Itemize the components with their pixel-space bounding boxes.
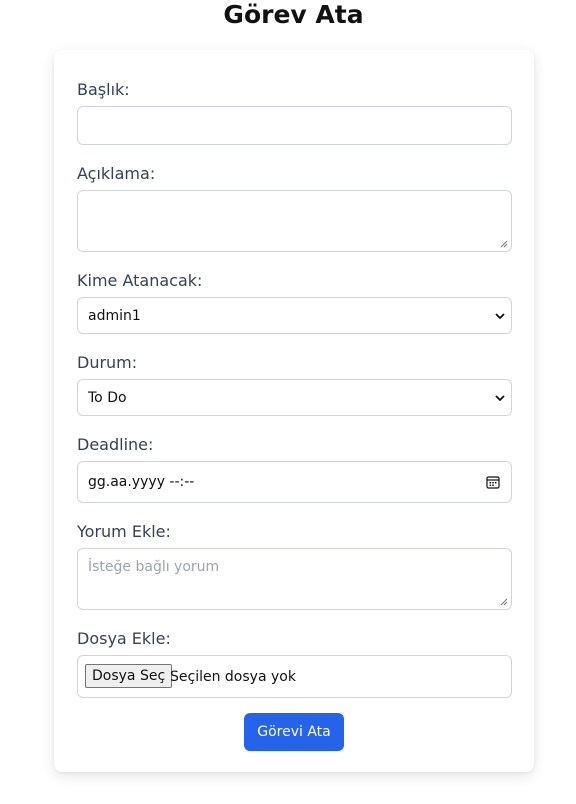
status-select[interactable]: To Do [77, 379, 512, 416]
assignee-select[interactable]: admin1 [77, 297, 512, 334]
deadline-input[interactable]: gg.aa.yyyy --:-- [77, 461, 512, 503]
description-label: Açıklama: [77, 164, 156, 183]
comment-textarea[interactable]: İsteğe bağlı yorum [77, 548, 512, 610]
assignee-select-value: admin1 [88, 307, 141, 324]
assignee-label: Kime Atanacak: [77, 271, 203, 290]
file-status-text: Seçilen dosya yok [170, 668, 296, 685]
chevron-down-icon [495, 394, 505, 401]
status-select-value: To Do [88, 389, 127, 406]
comment-placeholder: İsteğe bağlı yorum [88, 559, 220, 575]
choose-file-button[interactable]: Dosya Seç [85, 664, 173, 688]
comment-label: Yorum Ekle: [77, 522, 171, 541]
resize-grip-icon[interactable] [500, 240, 508, 248]
deadline-input-value: gg.aa.yyyy --:-- [88, 474, 195, 490]
title-label: Başlık: [77, 80, 130, 99]
resize-grip-icon[interactable] [500, 598, 508, 606]
page-title: Görev Ata [223, 0, 364, 29]
chevron-down-icon [495, 312, 505, 319]
assign-task-button[interactable]: Görevi Ata [244, 713, 344, 751]
file-label: Dosya Ekle: [77, 629, 171, 648]
status-label: Durum: [77, 353, 138, 372]
description-textarea[interactable] [77, 190, 512, 252]
calendar-icon[interactable] [486, 475, 500, 489]
file-input[interactable]: Dosya Seç Seçilen dosya yok [77, 655, 512, 698]
title-input[interactable] [77, 106, 512, 145]
deadline-label: Deadline: [77, 435, 154, 454]
